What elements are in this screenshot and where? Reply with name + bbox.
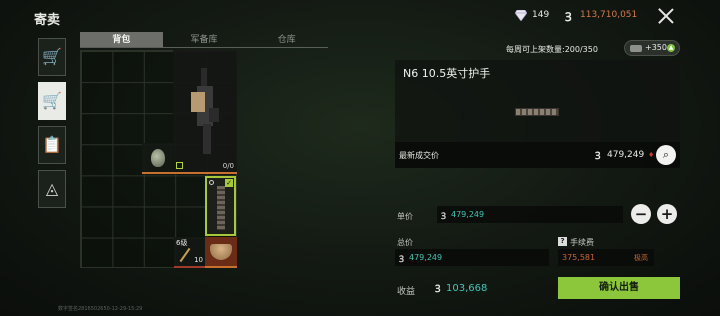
digital-signature: 数字签名2816502650-12-29-15:29 (58, 306, 143, 312)
arrow-up-icon: ▲ (667, 44, 675, 52)
cart-icon: 🛒 (42, 47, 62, 66)
profit-label: 收益 (397, 287, 416, 297)
add-slots-button[interactable]: +350 ▲ (624, 40, 680, 56)
close-button[interactable] (656, 6, 676, 26)
tab-backpack[interactable]: 背包 (80, 32, 163, 47)
page-title: 寄卖 (34, 13, 61, 28)
ammo-icon (179, 247, 191, 263)
fee-field: 375,581 极高 (558, 249, 654, 266)
gem-count: 149 (532, 10, 550, 20)
inventory-item-ammo[interactable]: 6级 10 (174, 237, 205, 268)
confirm-sell-button[interactable]: 确认出售 (558, 277, 680, 299)
inventory-item-food[interactable] (205, 237, 237, 268)
latest-price-value: 479,249 (607, 150, 645, 160)
coin-icon: Ꝫ (399, 255, 404, 265)
coin-icon: Ꝫ (565, 10, 572, 24)
price-down-icon: ♦ (648, 151, 655, 159)
selected-check-icon: ✓ (225, 179, 233, 187)
help-icon[interactable]: ? (558, 237, 567, 246)
selected-item-card: N6 10.5英寸护手 最新成交价 Ꝫ 479,249 ♦ ⌕ (395, 60, 680, 168)
side-nav: 🛒 🛒 📋 ◬ (38, 38, 70, 214)
search-button[interactable]: ⌕ (656, 145, 676, 165)
nav-sell-button[interactable]: 🛒 (38, 82, 66, 120)
handguard-icon (217, 186, 225, 230)
weekly-limit: 每周可上架数量:200/350 (506, 45, 598, 54)
unit-price-label: 单价 (397, 212, 413, 221)
unit-price-input[interactable]: Ꝫ 479,249 (437, 206, 623, 223)
total-price-label: 总价 (397, 238, 413, 247)
nav-rank-button[interactable]: ◬ (38, 170, 66, 208)
inventory-item-handguard-selected[interactable]: ✓ (205, 176, 236, 236)
fee-label: 手续费 (570, 238, 594, 247)
grenade-icon (151, 149, 165, 167)
profit-value: 103,668 (446, 283, 488, 294)
clipboard-icon: 📋 (42, 135, 62, 154)
handguard-thumbnail (515, 108, 559, 116)
triangle-eye-icon: ◬ (45, 179, 59, 198)
fee-value: 375,581 (562, 253, 596, 262)
latest-price-label: 最新成交价 (399, 151, 439, 160)
cart-sell-icon: 🛒 (42, 91, 62, 110)
inventory-item-grenade[interactable] (142, 143, 173, 174)
nav-buy-button[interactable]: 🛒 (38, 38, 66, 76)
food-bowl-icon (210, 244, 232, 260)
item-name: N6 10.5英寸护手 (403, 67, 491, 80)
total-price-value: 479,249 (409, 253, 443, 262)
tab-armory[interactable]: 军备库 (163, 32, 246, 47)
rifle-icon (191, 68, 219, 154)
coin-icon: Ꝫ (595, 151, 601, 162)
add-slots-label: +350 (645, 43, 667, 52)
increase-price-button[interactable]: + (657, 204, 677, 224)
unit-price-value: 479,249 (451, 210, 485, 219)
latest-price-row: 最新成交价 Ꝫ 479,249 ♦ ⌕ (395, 142, 680, 168)
ammo-level: 6级 (176, 239, 188, 247)
fee-level-tag: 极高 (634, 254, 648, 262)
diamond-icon (515, 10, 527, 21)
total-price-field: Ꝫ 479,249 (395, 249, 549, 266)
decrease-price-button[interactable]: − (631, 204, 651, 224)
tab-warehouse[interactable]: 仓库 (245, 32, 328, 47)
coin-count: 113,710,051 (580, 10, 638, 20)
lock-dot-icon (209, 180, 214, 185)
nav-orders-button[interactable]: 📋 (38, 126, 66, 164)
rifle-count: 0/0 (222, 162, 234, 170)
search-icon: ⌕ (662, 148, 670, 161)
ammo-count: 10 (194, 256, 203, 264)
ticket-icon (630, 45, 642, 52)
attachment-icon (176, 162, 183, 169)
inventory-item-rifle[interactable]: 0/0 (173, 50, 237, 174)
coin-icon: Ꝫ (435, 284, 441, 295)
coin-icon: Ꝫ (441, 212, 446, 222)
storage-tabs: 背包 军备库 仓库 (80, 32, 328, 48)
